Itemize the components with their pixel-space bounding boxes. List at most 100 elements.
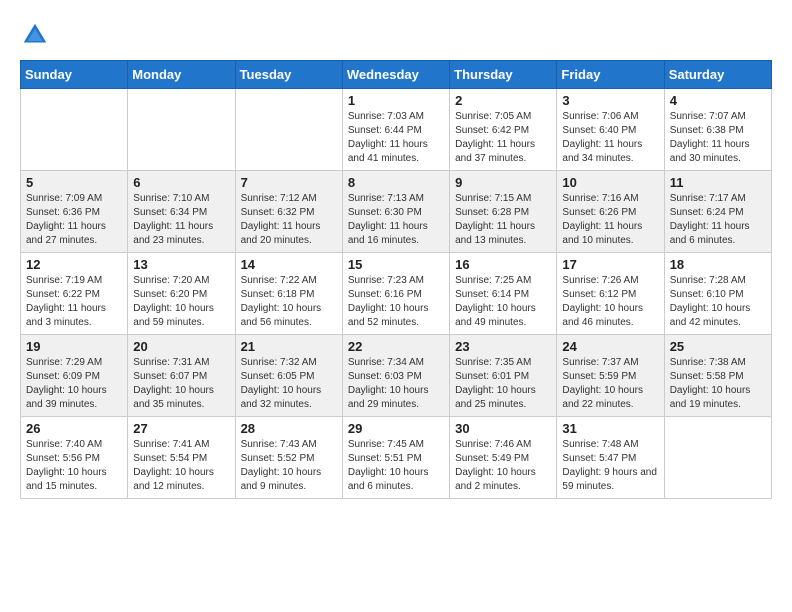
day-info: Sunrise: 7:26 AM Sunset: 6:12 PM Dayligh… — [562, 274, 658, 330]
weekday-header-sunday: Sunday — [21, 61, 128, 89]
day-info: Sunrise: 7:19 AM Sunset: 6:22 PM Dayligh… — [26, 274, 122, 330]
day-info: Sunrise: 7:16 AM Sunset: 6:26 PM Dayligh… — [562, 192, 658, 248]
calendar-day-8: 8 Sunrise: 7:13 AM Sunset: 6:30 PM Daylig… — [342, 171, 449, 253]
day-info: Sunrise: 7:34 AM Sunset: 6:03 PM Dayligh… — [348, 356, 444, 412]
weekday-header-monday: Monday — [128, 61, 235, 89]
calendar-day-5: 5 Sunrise: 7:09 AM Sunset: 6:36 PM Daylig… — [21, 171, 128, 253]
day-number: 30 — [455, 421, 551, 436]
calendar-day-20: 20 Sunrise: 7:31 AM Sunset: 6:07 PM Dayli… — [128, 335, 235, 417]
day-info: Sunrise: 7:05 AM Sunset: 6:42 PM Dayligh… — [455, 110, 551, 166]
calendar-day-2: 2 Sunrise: 7:05 AM Sunset: 6:42 PM Daylig… — [450, 89, 557, 171]
calendar-day-18: 18 Sunrise: 7:28 AM Sunset: 6:10 PM Dayli… — [664, 253, 771, 335]
weekday-header-row: SundayMondayTuesdayWednesdayThursdayFrid… — [21, 61, 772, 89]
calendar-week-row: 12 Sunrise: 7:19 AM Sunset: 6:22 PM Dayli… — [21, 253, 772, 335]
day-info: Sunrise: 7:31 AM Sunset: 6:07 PM Dayligh… — [133, 356, 229, 412]
day-number: 31 — [562, 421, 658, 436]
day-info: Sunrise: 7:45 AM Sunset: 5:51 PM Dayligh… — [348, 438, 444, 494]
weekday-header-wednesday: Wednesday — [342, 61, 449, 89]
calendar-day-16: 16 Sunrise: 7:25 AM Sunset: 6:14 PM Dayli… — [450, 253, 557, 335]
day-number: 21 — [241, 339, 337, 354]
day-info: Sunrise: 7:12 AM Sunset: 6:32 PM Dayligh… — [241, 192, 337, 248]
day-info: Sunrise: 7:37 AM Sunset: 5:59 PM Dayligh… — [562, 356, 658, 412]
weekday-header-tuesday: Tuesday — [235, 61, 342, 89]
day-number: 20 — [133, 339, 229, 354]
day-number: 23 — [455, 339, 551, 354]
day-number: 7 — [241, 175, 337, 190]
calendar-day-10: 10 Sunrise: 7:16 AM Sunset: 6:26 PM Dayli… — [557, 171, 664, 253]
day-number: 12 — [26, 257, 122, 272]
calendar-day-22: 22 Sunrise: 7:34 AM Sunset: 6:03 PM Dayli… — [342, 335, 449, 417]
calendar-day-28: 28 Sunrise: 7:43 AM Sunset: 5:52 PM Dayli… — [235, 417, 342, 499]
day-info: Sunrise: 7:41 AM Sunset: 5:54 PM Dayligh… — [133, 438, 229, 494]
day-number: 22 — [348, 339, 444, 354]
calendar-day-7: 7 Sunrise: 7:12 AM Sunset: 6:32 PM Daylig… — [235, 171, 342, 253]
day-number: 8 — [348, 175, 444, 190]
day-info: Sunrise: 7:35 AM Sunset: 6:01 PM Dayligh… — [455, 356, 551, 412]
calendar-day-29: 29 Sunrise: 7:45 AM Sunset: 5:51 PM Dayli… — [342, 417, 449, 499]
calendar-day-21: 21Sunrise: 7:32 AM Sunset: 6:05 PM Dayli… — [235, 335, 342, 417]
day-number: 6 — [133, 175, 229, 190]
day-number: 5 — [26, 175, 122, 190]
day-info: Sunrise: 7:20 AM Sunset: 6:20 PM Dayligh… — [133, 274, 229, 330]
day-info: Sunrise: 7:22 AM Sunset: 6:18 PM Dayligh… — [241, 274, 337, 330]
day-info: Sunrise: 7:43 AM Sunset: 5:52 PM Dayligh… — [241, 438, 337, 494]
day-number: 28 — [241, 421, 337, 436]
day-info: Sunrise: 7:29 AM Sunset: 6:09 PM Dayligh… — [26, 356, 122, 412]
day-info: Sunrise: 7:46 AM Sunset: 5:49 PM Dayligh… — [455, 438, 551, 494]
day-number: 26 — [26, 421, 122, 436]
day-info: Sunrise: 7:25 AM Sunset: 6:14 PM Dayligh… — [455, 274, 551, 330]
day-info: Sunrise: 7:17 AM Sunset: 6:24 PM Dayligh… — [670, 192, 766, 248]
day-number: 17 — [562, 257, 658, 272]
day-info: Sunrise: 7:13 AM Sunset: 6:30 PM Dayligh… — [348, 192, 444, 248]
logo-icon — [20, 20, 50, 50]
day-number: 16 — [455, 257, 551, 272]
day-number: 1 — [348, 93, 444, 108]
day-number: 25 — [670, 339, 766, 354]
day-number: 9 — [455, 175, 551, 190]
day-number: 29 — [348, 421, 444, 436]
day-info: Sunrise: 7:07 AM Sunset: 6:38 PM Dayligh… — [670, 110, 766, 166]
day-info: Sunrise: 7:40 AM Sunset: 5:56 PM Dayligh… — [26, 438, 122, 494]
calendar-day-17: 17 Sunrise: 7:26 AM Sunset: 6:12 PM Dayli… — [557, 253, 664, 335]
calendar-day-24: 24 Sunrise: 7:37 AM Sunset: 5:59 PM Dayli… — [557, 335, 664, 417]
calendar-day-26: 26 Sunrise: 7:40 AM Sunset: 5:56 PM Dayli… — [21, 417, 128, 499]
calendar-day-12: 12 Sunrise: 7:19 AM Sunset: 6:22 PM Dayli… — [21, 253, 128, 335]
calendar-day-1: 1Sunrise: 7:03 AM Sunset: 6:44 PM Daylig… — [342, 89, 449, 171]
calendar-day-6: 6 Sunrise: 7:10 AM Sunset: 6:34 PM Daylig… — [128, 171, 235, 253]
day-info: Sunrise: 7:10 AM Sunset: 6:34 PM Dayligh… — [133, 192, 229, 248]
calendar-day-4: 4 Sunrise: 7:07 AM Sunset: 6:38 PM Daylig… — [664, 89, 771, 171]
day-info: Sunrise: 7:38 AM Sunset: 5:58 PM Dayligh… — [670, 356, 766, 412]
day-number: 24 — [562, 339, 658, 354]
empty-cell — [21, 89, 128, 171]
empty-cell — [235, 89, 342, 171]
day-number: 2 — [455, 93, 551, 108]
day-number: 15 — [348, 257, 444, 272]
calendar-table: SundayMondayTuesdayWednesdayThursdayFrid… — [20, 60, 772, 499]
day-number: 4 — [670, 93, 766, 108]
weekday-header-friday: Friday — [557, 61, 664, 89]
day-number: 13 — [133, 257, 229, 272]
day-number: 18 — [670, 257, 766, 272]
calendar-day-31: 31 Sunrise: 7:48 AM Sunset: 5:47 PM Dayli… — [557, 417, 664, 499]
day-number: 14 — [241, 257, 337, 272]
weekday-header-saturday: Saturday — [664, 61, 771, 89]
calendar-week-row: 26 Sunrise: 7:40 AM Sunset: 5:56 PM Dayli… — [21, 417, 772, 499]
day-info: Sunrise: 7:09 AM Sunset: 6:36 PM Dayligh… — [26, 192, 122, 248]
calendar-day-9: 9 Sunrise: 7:15 AM Sunset: 6:28 PM Daylig… — [450, 171, 557, 253]
day-info: Sunrise: 7:06 AM Sunset: 6:40 PM Dayligh… — [562, 110, 658, 166]
empty-cell — [664, 417, 771, 499]
calendar-day-25: 25 Sunrise: 7:38 AM Sunset: 5:58 PM Dayli… — [664, 335, 771, 417]
day-number: 3 — [562, 93, 658, 108]
calendar-day-27: 27Sunrise: 7:41 AM Sunset: 5:54 PM Dayli… — [128, 417, 235, 499]
day-info: Sunrise: 7:28 AM Sunset: 6:10 PM Dayligh… — [670, 274, 766, 330]
day-info: Sunrise: 7:48 AM Sunset: 5:47 PM Dayligh… — [562, 438, 658, 494]
calendar-week-row: 5 Sunrise: 7:09 AM Sunset: 6:36 PM Daylig… — [21, 171, 772, 253]
day-number: 10 — [562, 175, 658, 190]
calendar-day-14: 14 Sunrise: 7:22 AM Sunset: 6:18 PM Dayli… — [235, 253, 342, 335]
day-info: Sunrise: 7:15 AM Sunset: 6:28 PM Dayligh… — [455, 192, 551, 248]
day-number: 11 — [670, 175, 766, 190]
logo — [20, 20, 54, 50]
calendar-day-30: 30 Sunrise: 7:46 AM Sunset: 5:49 PM Dayli… — [450, 417, 557, 499]
calendar-day-13: 13 Sunrise: 7:20 AM Sunset: 6:20 PM Dayli… — [128, 253, 235, 335]
day-info: Sunrise: 7:23 AM Sunset: 6:16 PM Dayligh… — [348, 274, 444, 330]
